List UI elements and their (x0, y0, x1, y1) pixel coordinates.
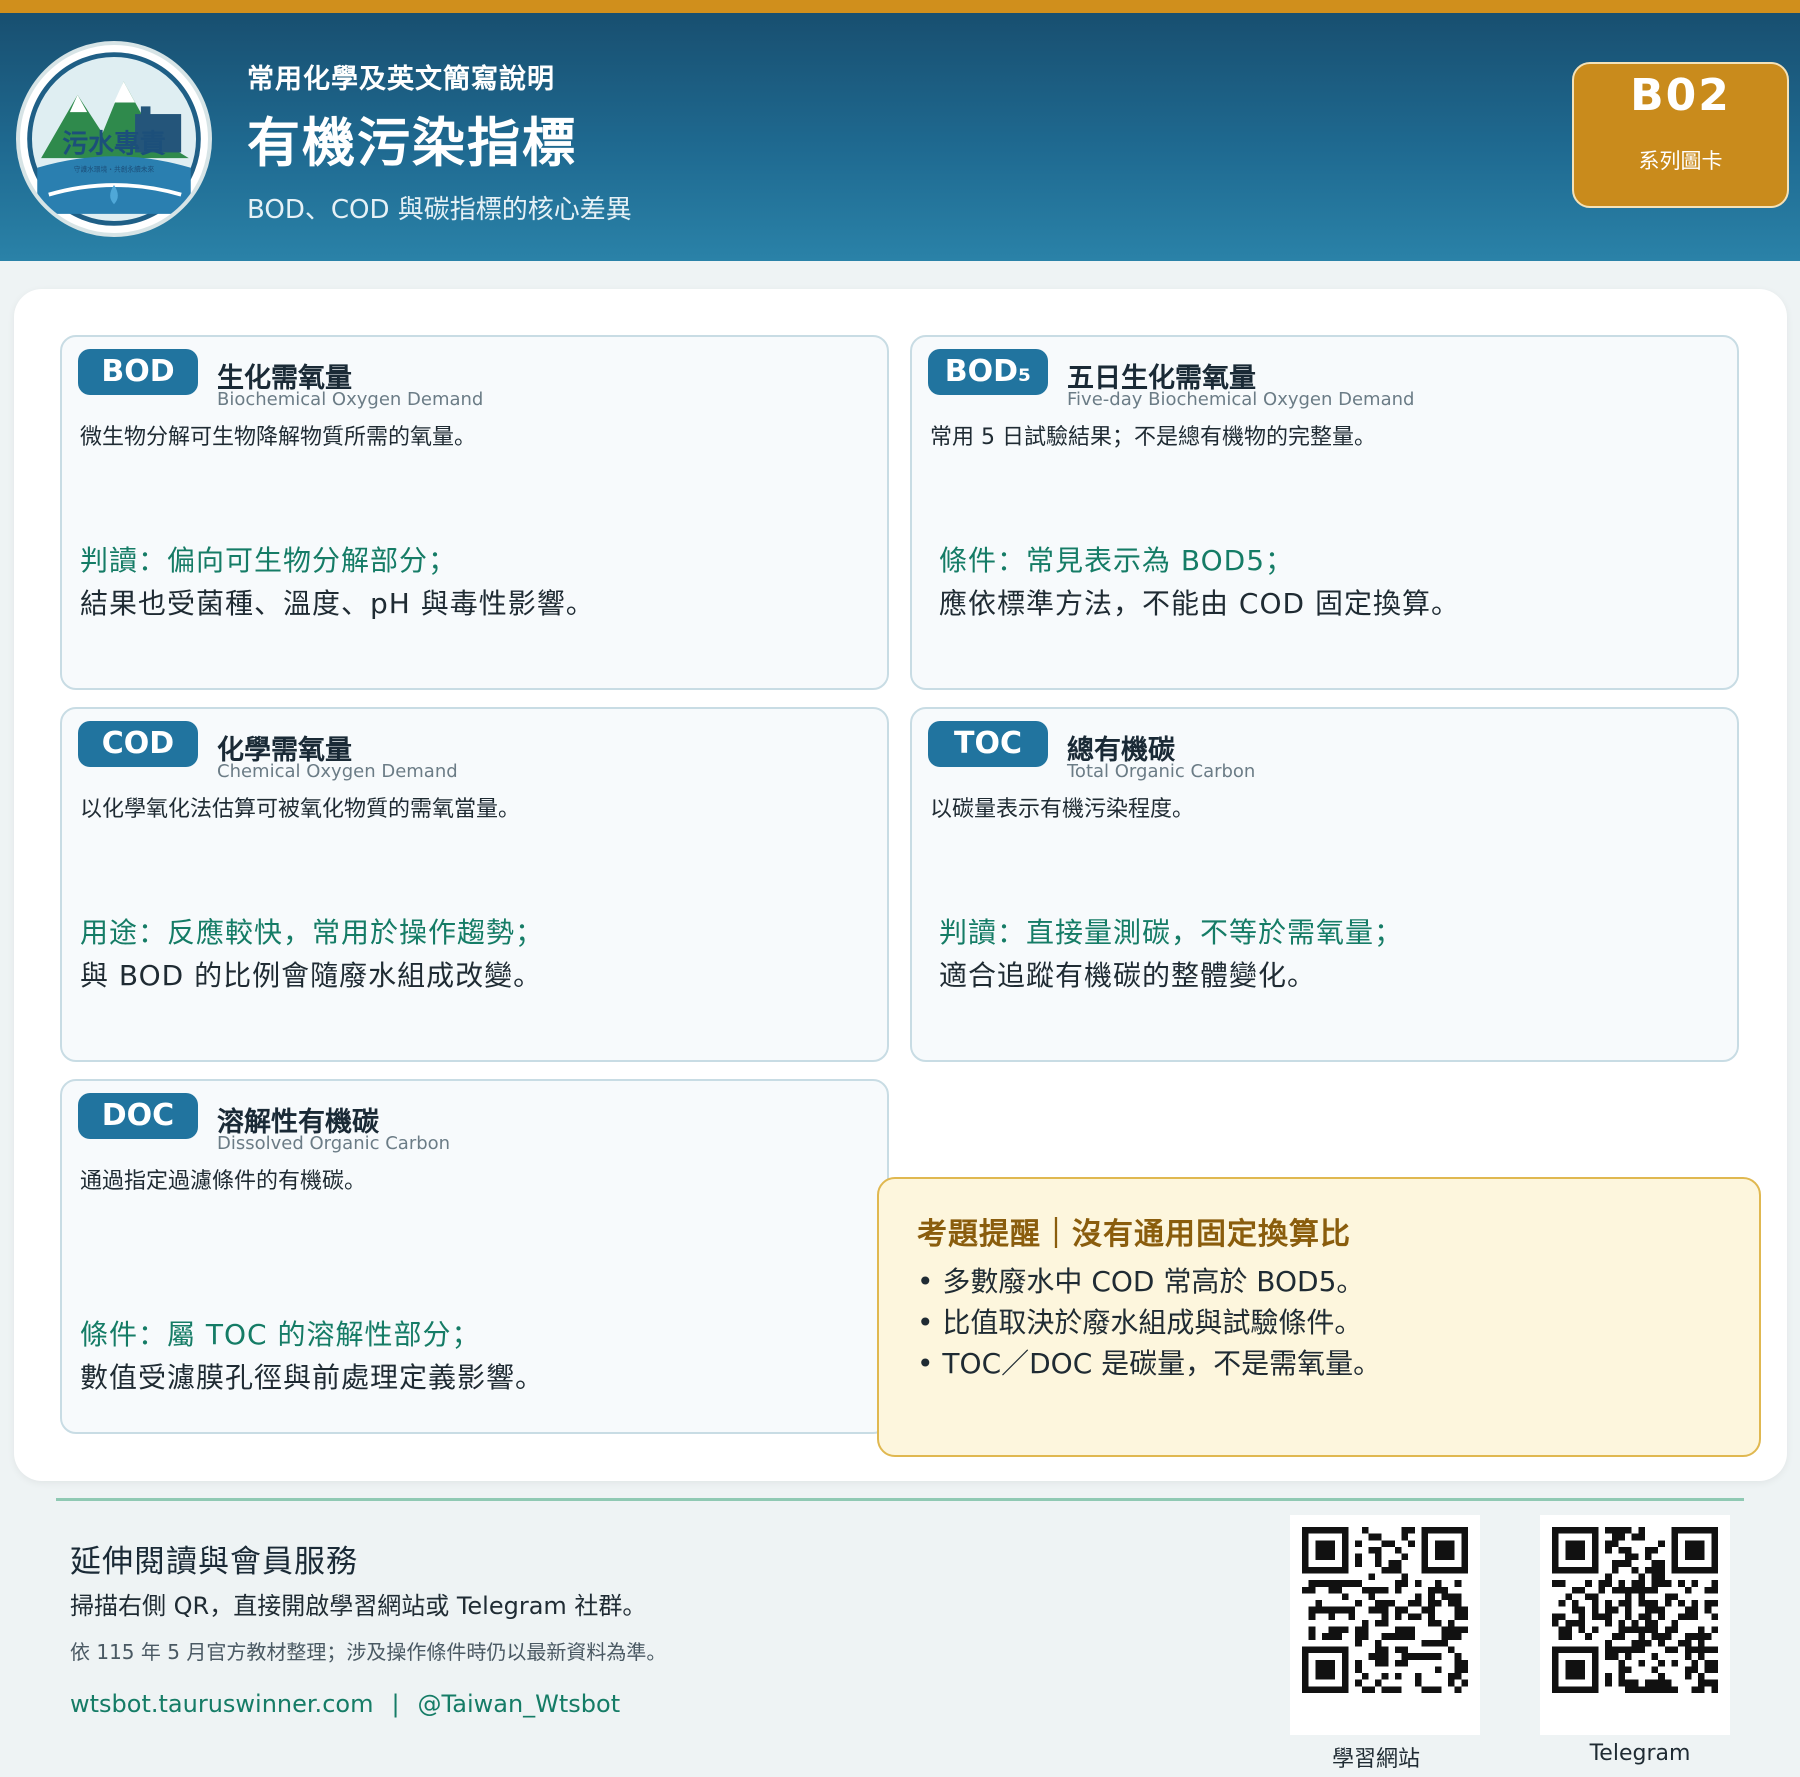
term-card-bod5: BOD₅ 五日生化需氧量 Five-day Biochemical Oxygen… (910, 335, 1739, 690)
qr-label-telegram: Telegram (1589, 1741, 1691, 1766)
term-card-bod: BOD 生化需氧量 Biochemical Oxygen Demand 微生物分… (60, 335, 889, 690)
exam-tip-item: 多數廢水中 COD 常高於 BOD5。 (917, 1261, 1381, 1302)
term-description: 常用 5 日試驗結果；不是總有機物的完整量。 (930, 425, 1376, 450)
term-description: 以碳量表示有機污染程度。 (930, 797, 1195, 822)
term-card-toc: TOC 總有機碳 Total Organic Carbon 以碳量表示有機污染程… (910, 707, 1739, 1062)
qr-code-icon (1302, 1527, 1468, 1693)
term-detail-line: 與 BOD 的比例會隨廢水組成改變。 (80, 959, 543, 992)
term-abbr: DOC (78, 1093, 198, 1139)
term-description: 以化學氧化法估算可被氧化物質的需氧當量。 (80, 797, 521, 822)
term-abbr: TOC (928, 721, 1048, 767)
header-banner: 污水專責 守護水環境・共創永續未來 常用化學及英文簡寫說明 有機污染指標 BOD… (0, 13, 1800, 261)
term-detail-line: 結果也受菌種、溫度、pH 與毒性影響。 (80, 587, 595, 620)
term-abbr: BOD (78, 349, 198, 395)
page-title: 有機污染指標 (247, 113, 577, 174)
term-highlight-line: 用途：反應較快，常用於操作趨勢； (80, 916, 545, 949)
brand-logo: 污水專責 守護水環境・共創永續未來 (16, 41, 212, 237)
badge-label: 系列圖卡 (1638, 149, 1723, 173)
term-card-doc: DOC 溶解性有機碳 Dissolved Organic Carbon 通過指定… (60, 1079, 889, 1434)
term-detail-line: 應依標準方法，不能由 COD 固定換算。 (939, 587, 1460, 620)
footer-divider (56, 1498, 1744, 1501)
term-description: 通過指定過濾條件的有機碳。 (80, 1169, 367, 1194)
term-abbr: COD (78, 721, 198, 767)
exam-tip-list: 多數廢水中 COD 常高於 BOD5。 比值取決於廢水組成與試驗條件。 TOC／… (917, 1261, 1381, 1384)
exam-tip-title: 考題提醒｜沒有通用固定換算比 (917, 1217, 1351, 1252)
series-badge: B02 系列圖卡 (1572, 62, 1789, 208)
footer-links: wtsbot.tauruswinner.com | @Taiwan_Wtsbot (70, 1690, 620, 1718)
term-card-cod: COD 化學需氧量 Chemical Oxygen Demand 以化學氧化法估… (60, 707, 889, 1062)
term-highlight-line: 條件：常見表示為 BOD5； (939, 544, 1295, 577)
term-english-name: Biochemical Oxygen Demand (217, 389, 484, 410)
term-highlight-line: 條件：屬 TOC 的溶解性部分； (80, 1318, 481, 1351)
term-detail-line: 數值受濾膜孔徑與前處理定義影響。 (80, 1361, 545, 1394)
term-detail-line: 適合追蹤有機碳的整體變化。 (939, 959, 1317, 992)
term-english-name: Total Organic Carbon (1067, 761, 1256, 782)
website-qr-code[interactable] (1290, 1515, 1480, 1735)
term-highlight-line: 判讀：偏向可生物分解部分； (80, 544, 458, 577)
badge-code: B02 (1630, 70, 1731, 121)
telegram-qr-code[interactable] (1540, 1515, 1730, 1735)
website-link[interactable]: wtsbot.tauruswinner.com (70, 1690, 373, 1718)
logo-text: 污水專責 (62, 129, 166, 159)
term-description: 微生物分解可生物降解物質所需的氧量。 (80, 425, 477, 450)
qr-label-website: 學習網站 (1331, 1747, 1420, 1772)
term-english-name: Dissolved Organic Carbon (217, 1133, 451, 1154)
exam-tip-item: TOC／DOC 是碳量，不是需氧量。 (917, 1343, 1381, 1384)
top-accent-bar (0, 0, 1800, 13)
footer-note: 依 115 年 5 月官方教材整理；涉及操作條件時仍以最新資料為準。 (70, 1640, 667, 1664)
link-separator: | (391, 1690, 400, 1718)
telegram-link[interactable]: @Taiwan_Wtsbot (418, 1690, 621, 1718)
page-subtitle: BOD、COD 與碳指標的核心差異 (247, 195, 632, 225)
term-highlight-line: 判讀：直接量測碳，不等於需氧量； (939, 916, 1404, 949)
logo-emblem-icon: 污水專責 守護水環境・共創永續未來 (21, 46, 207, 232)
logo-motto: 守護水環境・共創永續未來 (74, 165, 155, 174)
term-english-name: Chemical Oxygen Demand (217, 761, 458, 782)
footer-text: 掃描右側 QR，直接開啟學習網站或 Telegram 社群。 (70, 1592, 647, 1620)
exam-tip-item: 比值取決於廢水組成與試驗條件。 (917, 1302, 1381, 1343)
term-english-name: Five-day Biochemical Oxygen Demand (1067, 389, 1415, 410)
footer-title: 延伸閱讀與會員服務 (70, 1544, 358, 1580)
header-kicker: 常用化學及英文簡寫說明 (247, 64, 555, 95)
exam-tip-box: 考題提醒｜沒有通用固定換算比 多數廢水中 COD 常高於 BOD5。 比值取決於… (877, 1177, 1761, 1457)
term-abbr: BOD₅ (928, 349, 1048, 395)
qr-code-icon (1552, 1527, 1718, 1693)
